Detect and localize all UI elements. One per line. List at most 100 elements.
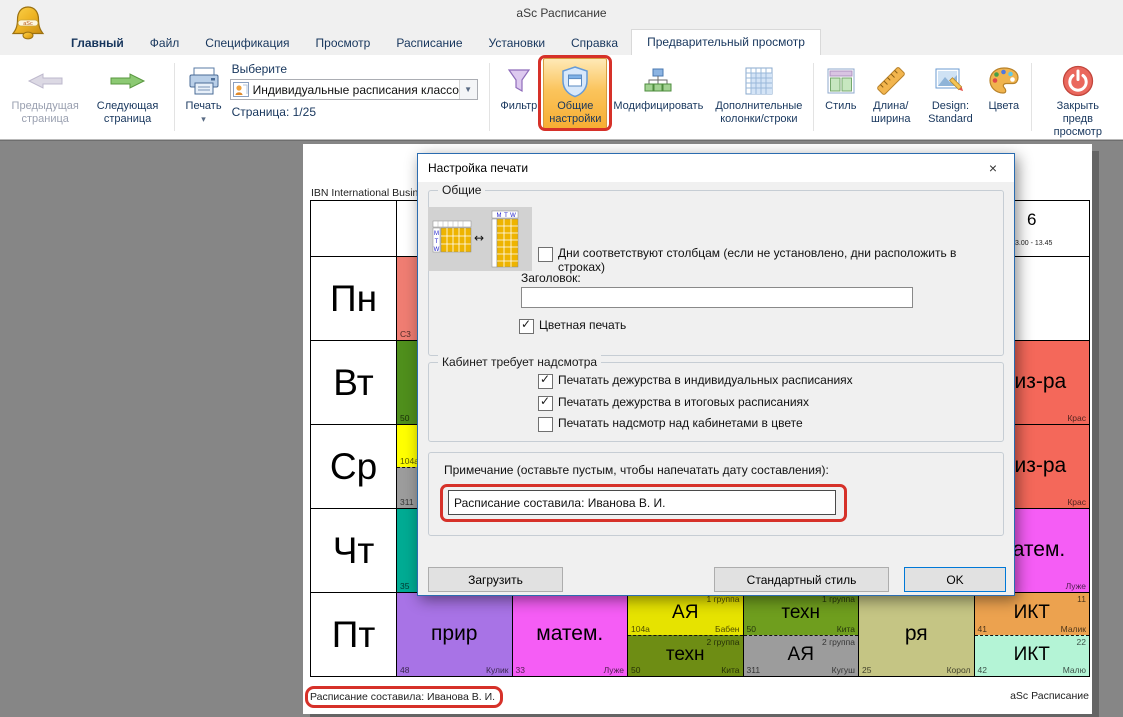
style-window-icon: [827, 63, 855, 99]
day-label-cell: Ср: [310, 424, 397, 509]
cell-tr-label: 22: [1077, 637, 1086, 647]
dialog-close-icon[interactable]: ×: [972, 154, 1014, 182]
cell-tr-label: 2 группа: [706, 637, 739, 647]
ok-button[interactable]: OK: [904, 567, 1006, 592]
tab-preview-active[interactable]: Предварительный просмотр: [631, 29, 821, 55]
header-field-label: Заголовок:: [521, 271, 581, 285]
checkbox-supervision-color[interactable]: Печатать надсмотр над кабинетами в цвете: [538, 416, 803, 432]
cell-bl-label: 50: [400, 413, 409, 423]
cell-subject: прир: [397, 622, 512, 646]
cell-br-label: Луже: [1066, 581, 1086, 591]
schedule-select-block: Выберите Индивидуальные расписания класс…: [228, 58, 484, 119]
close-preview-label: Закрыть предв просмотр: [1043, 100, 1113, 139]
checkbox-box[interactable]: [519, 319, 534, 334]
cell-bottom-half: техн2 группа50Кита: [628, 635, 743, 677]
design-button[interactable]: Design: Standard: [919, 58, 982, 129]
length-width-button[interactable]: Длина/ширина: [862, 58, 919, 129]
print-button[interactable]: Печать ▾: [180, 58, 228, 128]
extra-columns-button[interactable]: Дополнительные колонки/строки: [709, 58, 808, 129]
dialog-title-bar: Настройка печати ×: [418, 154, 1014, 182]
timetable-cell: матем. 33 Луже: [512, 592, 629, 677]
length-width-label: Длина/ширина: [868, 100, 913, 126]
hierarchy-icon: [644, 63, 672, 99]
cell-br-label: Луже: [604, 665, 624, 675]
extra-columns-label: Дополнительные колонки/строки: [715, 100, 802, 126]
schedule-type-value: Индивидуальные расписания классов: [249, 83, 459, 97]
checkbox-days-label: Дни соответствуют столбцам (если не уста…: [558, 246, 986, 274]
previous-page-button[interactable]: Предыдущая страница: [4, 58, 86, 129]
general-settings-button[interactable]: Общие настройки: [543, 58, 607, 129]
app-window: aSc aSc Расписание Главный Файл Специфик…: [0, 0, 1123, 717]
checkbox-duty-summary[interactable]: Печатать дежурства в итоговых расписания…: [538, 395, 809, 411]
cell-subject: матем.: [513, 622, 628, 646]
print-settings-dialog: Настройка печати × Общие: [417, 153, 1015, 596]
load-button[interactable]: Загрузить: [428, 567, 563, 592]
tab-ustanovki[interactable]: Установки: [476, 30, 558, 55]
standard-style-button[interactable]: Стандартный стиль: [714, 567, 889, 592]
header-field[interactable]: [521, 287, 913, 308]
cell-br-label: Кугуш: [832, 665, 855, 675]
cell-subject: ИКТ: [975, 644, 1090, 666]
checkbox-box[interactable]: [538, 247, 553, 262]
footer-brand: aSc Расписание: [1010, 690, 1089, 702]
general-settings-label: Общие настройки: [549, 100, 601, 126]
svg-text:W: W: [434, 247, 440, 253]
corner-header-cell: [310, 200, 397, 257]
column-number: 6: [1027, 210, 1036, 230]
tab-raspisanie[interactable]: Расписание: [383, 30, 475, 55]
schedule-type-icon: [233, 82, 249, 97]
style-label: Стиль: [825, 100, 856, 113]
group-navigation: Предыдущая страница Следующая страница: [0, 55, 173, 139]
timetable-cell: прир48Кулик: [396, 592, 513, 677]
cell-br-label: Крас: [1067, 413, 1086, 423]
cell-subject: ря: [859, 622, 974, 646]
preview-workarea: IBN International Busine 613.00 - 13.45П…: [0, 140, 1123, 717]
tab-specifikaciya[interactable]: Спецификация: [192, 30, 302, 55]
page-header-text: IBN International Busine: [311, 187, 424, 199]
cell-br-label: Крас: [1067, 497, 1086, 507]
separator: [489, 63, 490, 131]
svg-text:T: T: [435, 239, 439, 245]
timetable-cell: техн1 группа50КитаАЯ2 группа311Кугуш: [743, 592, 860, 677]
checkbox-box[interactable]: [538, 396, 553, 411]
checkbox-duty-individual[interactable]: Печатать дежурства в индивидуальных расп…: [538, 373, 853, 389]
cell-bl-label: 35: [400, 581, 409, 591]
footer-note: Расписание составила: Иванова В. И.: [310, 691, 495, 703]
tab-spravka[interactable]: Справка: [558, 30, 631, 55]
power-icon: [1061, 63, 1095, 99]
group-general-label: Общие: [438, 183, 485, 197]
colors-button[interactable]: Цвета: [982, 58, 1026, 116]
checkbox-days-columns[interactable]: Дни соответствуют столбцам (если не уста…: [538, 246, 986, 274]
checkbox-duty-summary-label: Печатать дежурства в итоговых расписания…: [558, 395, 809, 409]
print-dropdown-caret-icon[interactable]: ▾: [201, 114, 206, 125]
modify-button[interactable]: Модифицировать: [607, 58, 709, 116]
tab-prosmotr[interactable]: Просмотр: [303, 30, 384, 55]
filter-button[interactable]: Фильтр: [494, 58, 543, 116]
cell-br-label: Кита: [837, 624, 855, 634]
checkbox-box[interactable]: [538, 417, 553, 432]
cell-bl-label: 33: [516, 665, 525, 675]
next-page-button[interactable]: Следующая страница: [86, 58, 168, 129]
page-indicator: Страница: 1/25: [232, 105, 316, 119]
cell-tr-label: 2 группа: [822, 637, 855, 647]
cell-tr-label: 11: [1077, 594, 1086, 604]
close-preview-button[interactable]: Закрыть предв просмотр: [1037, 58, 1119, 142]
checkbox-color-print[interactable]: Цветная печать: [519, 318, 626, 334]
schedule-type-combobox[interactable]: Индивидуальные расписания классов ▼: [230, 79, 478, 100]
cell-subject: техн: [628, 644, 743, 666]
note-field[interactable]: Расписание составила: Иванова В. И.: [448, 490, 836, 515]
cell-top-half: ИКТ1141Малик: [975, 593, 1090, 635]
cell-subject: АЯ: [628, 602, 743, 624]
cell-br-label: Малик: [1061, 624, 1086, 634]
tab-glavnyj[interactable]: Главный: [58, 30, 137, 55]
dialog-title: Настройка печати: [418, 161, 972, 175]
tab-fajl[interactable]: Файл: [137, 30, 193, 55]
checkbox-box[interactable]: [538, 374, 553, 389]
cell-br-label: Бабен: [715, 624, 740, 634]
combobox-dropdown-button[interactable]: ▼: [459, 80, 477, 99]
style-button[interactable]: Стиль: [819, 58, 862, 116]
printer-icon: [187, 63, 221, 99]
filter-label: Фильтр: [500, 100, 537, 113]
cell-subject: техн: [744, 602, 859, 624]
asc-bell-logo-icon: aSc: [9, 4, 47, 51]
